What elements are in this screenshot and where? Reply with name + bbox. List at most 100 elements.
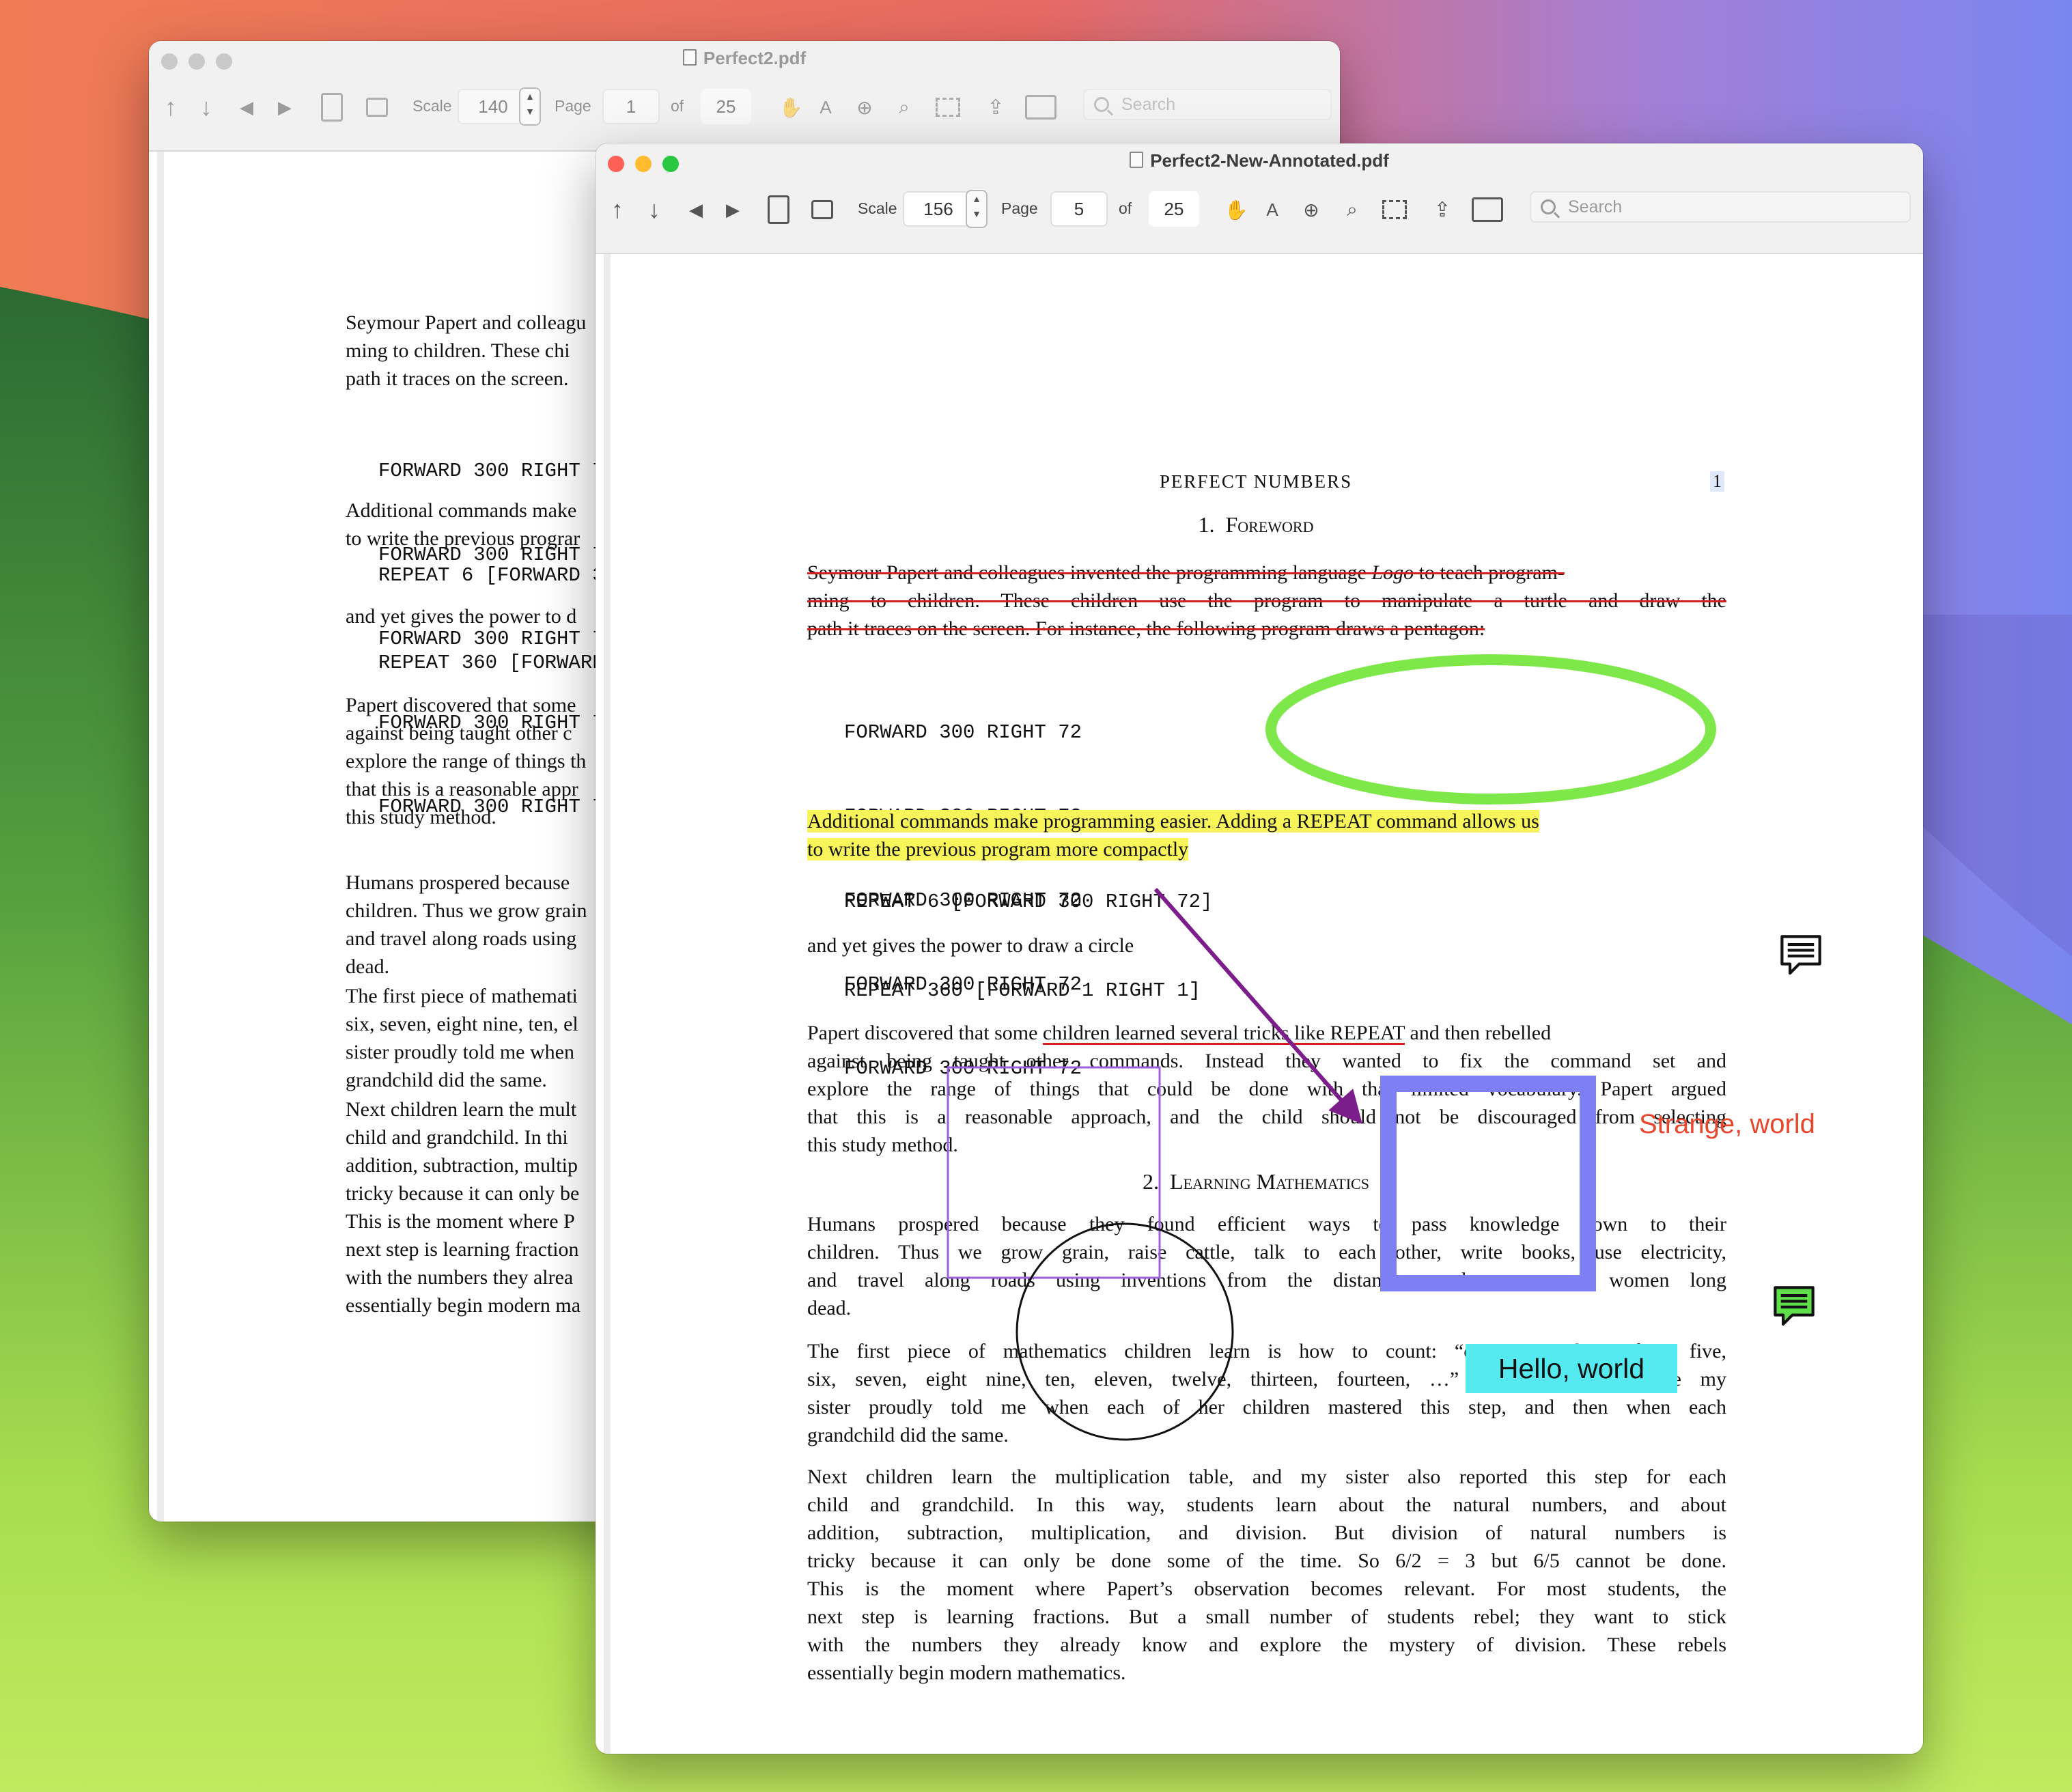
document-icon: [1130, 152, 1144, 168]
text-line: children. Thus we grow grain: [346, 899, 587, 922]
text-tool-icon[interactable]: A: [815, 90, 836, 124]
hand-tool-icon[interactable]: ✋: [779, 90, 803, 124]
window-titlebar[interactable]: Perfect2-New-Annotated.pdf ↑ ↓ ◀ ▶ Scale…: [596, 143, 1923, 254]
back-icon[interactable]: ◀: [686, 193, 706, 227]
text-line: grandchild did the same.: [346, 1069, 547, 1091]
back-paragraph-7: Next children learn the mult child and g…: [346, 1095, 580, 1319]
text-line: child and grandchild. In thi: [346, 1126, 568, 1149]
back-code-3: REPEAT 360 [FORWARD 1: [378, 652, 628, 674]
print-icon[interactable]: [365, 90, 389, 124]
page-label: Page: [1001, 199, 1038, 217]
search-placeholder: Search: [1121, 94, 1176, 114]
text-line: This is the moment where P: [346, 1210, 575, 1233]
scale-stepper[interactable]: ▲ ▼: [966, 190, 988, 228]
scale-field[interactable]: 156: [903, 191, 974, 227]
green-ellipse-annotation[interactable]: [1265, 654, 1716, 804]
magnifier-icon[interactable]: ⌕: [1340, 193, 1364, 227]
sidebar-icon[interactable]: [766, 193, 791, 227]
scale-field[interactable]: 140: [458, 89, 529, 124]
annotation-shapes: [947, 654, 1716, 1441]
selection-icon[interactable]: [934, 90, 962, 124]
code-line: FORWARD 300 RIGHT 72: [378, 460, 617, 482]
text-line: next step is learning fraction: [346, 1238, 579, 1261]
green-note-comment-icon[interactable]: [1769, 1285, 1819, 1328]
document-icon: [682, 49, 697, 66]
scale-stepper[interactable]: ▲ ▼: [519, 87, 541, 126]
text-line: Humans prospered because: [346, 871, 570, 894]
text-line: explore the range of things th: [346, 750, 587, 772]
text-line: Additional commands make: [346, 499, 577, 522]
text-line: addition, subtraction, multip: [346, 1154, 578, 1177]
window-title: Perfect2.pdf: [149, 48, 1340, 69]
window-title-text: Perfect2-New-Annotated.pdf: [1150, 150, 1389, 171]
pdf-page-area[interactable]: PERFECT NUMBERS 1 1. Foreword Seymour Pa…: [604, 254, 1915, 1754]
back-paragraph-3: and yet gives the power to d: [346, 605, 577, 628]
text-line: against being taught other c: [346, 722, 572, 744]
back-paragraph-4: Papert discovered that some against bein…: [346, 691, 586, 831]
forward-icon[interactable]: ▶: [275, 90, 295, 124]
text-line: sister proudly told me when: [346, 1041, 574, 1063]
window-title: Perfect2-New-Annotated.pdf: [596, 150, 1923, 171]
search-field[interactable]: Search: [1083, 89, 1332, 120]
text-line: six, seven, eight nine, ten, el: [346, 1013, 578, 1035]
search-icon: [1094, 97, 1109, 112]
selection-icon[interactable]: [1381, 193, 1408, 227]
hand-tool-icon[interactable]: ✋: [1224, 193, 1248, 227]
toolbar: ↑ ↓ ◀ ▶ Scale 156 ▲ ▼ Page 5 of 25 ✋ A ⊕ …: [596, 183, 1923, 244]
text-line: essentially begin modern ma: [346, 1294, 581, 1317]
back-paragraph-5: Humans prospered because children. Thus …: [346, 869, 587, 981]
purple-arrow-annotation[interactable]: [1153, 888, 1362, 1125]
text-line: and travel along roads using: [346, 927, 577, 950]
note-comment-icon[interactable]: [1776, 934, 1826, 977]
next-page-down-icon[interactable]: ↓: [193, 90, 220, 124]
circle-annotation[interactable]: [1016, 1222, 1234, 1441]
scale-label: Scale: [858, 199, 897, 217]
window-title-text: Perfect2.pdf: [703, 48, 807, 68]
text-line: that this is a reasonable appr: [346, 778, 578, 800]
back-paragraph-6: The first piece of mathemati six, seven,…: [346, 982, 578, 1094]
back-paragraph-2: Additional commands make to write the pr…: [346, 496, 580, 552]
next-page-down-icon[interactable]: ↓: [641, 193, 668, 227]
page-field[interactable]: 1: [602, 89, 660, 124]
text-line: The first piece of mathemati: [346, 985, 578, 1007]
magnifier-icon[interactable]: ⌕: [892, 90, 916, 124]
window-titlebar[interactable]: Perfect2.pdf ↑ ↓ ◀ ▶ Scale 140 ▲ ▼ Page 1…: [149, 41, 1340, 152]
text-line: dead.: [346, 955, 390, 978]
previous-page-up-icon[interactable]: ↑: [604, 193, 631, 227]
text-line: Papert discovered that some: [346, 694, 576, 716]
text-tool-icon[interactable]: A: [1262, 193, 1283, 227]
page-label: Page: [555, 97, 591, 115]
text-line: Next children learn the mult: [346, 1098, 577, 1121]
text-line: to write the previous prograr: [346, 527, 580, 550]
text-line: tricky because it can only be: [346, 1182, 580, 1205]
share-icon[interactable]: ⇪: [983, 90, 1008, 124]
back-icon[interactable]: ◀: [236, 90, 257, 124]
search-icon: [1541, 199, 1556, 214]
scale-label: Scale: [412, 97, 452, 115]
display-mode-icon[interactable]: [1471, 193, 1504, 227]
callout-hello[interactable]: Hello, world: [1466, 1344, 1677, 1393]
toolbar: ↑ ↓ ◀ ▶ Scale 140 ▲ ▼ Page 1 of 25 ✋ A ⊕ …: [149, 81, 1340, 142]
previous-page-up-icon[interactable]: ↑: [157, 90, 184, 124]
text-line: this study method.: [346, 806, 496, 828]
text-line: with the numbers they alrea: [346, 1266, 574, 1289]
print-icon[interactable]: [810, 193, 835, 227]
text-annotation-strange[interactable]: Strange, world: [1639, 1109, 1815, 1140]
search-field[interactable]: Search: [1530, 191, 1911, 223]
thin-rectangle-annotation[interactable]: [947, 1066, 1161, 1279]
zoom-in-icon[interactable]: ⊕: [852, 90, 877, 124]
search-placeholder: Search: [1568, 197, 1623, 216]
forward-icon[interactable]: ▶: [723, 193, 743, 227]
back-code-2: REPEAT 6 [FORWARD 300: [378, 564, 628, 587]
sidebar-icon[interactable]: [320, 90, 344, 124]
of-label: of: [1119, 199, 1132, 217]
zoom-in-icon[interactable]: ⊕: [1299, 193, 1324, 227]
pdf-window-front[interactable]: Perfect2-New-Annotated.pdf ↑ ↓ ◀ ▶ Scale…: [596, 143, 1923, 1754]
page-field[interactable]: 5: [1050, 191, 1108, 227]
display-mode-icon[interactable]: [1024, 90, 1057, 124]
of-label: of: [671, 97, 684, 115]
blue-square-annotation[interactable]: [1380, 1076, 1596, 1291]
share-icon[interactable]: ⇪: [1430, 193, 1455, 227]
page-total: 25: [701, 89, 751, 124]
page-total: 25: [1149, 191, 1199, 227]
